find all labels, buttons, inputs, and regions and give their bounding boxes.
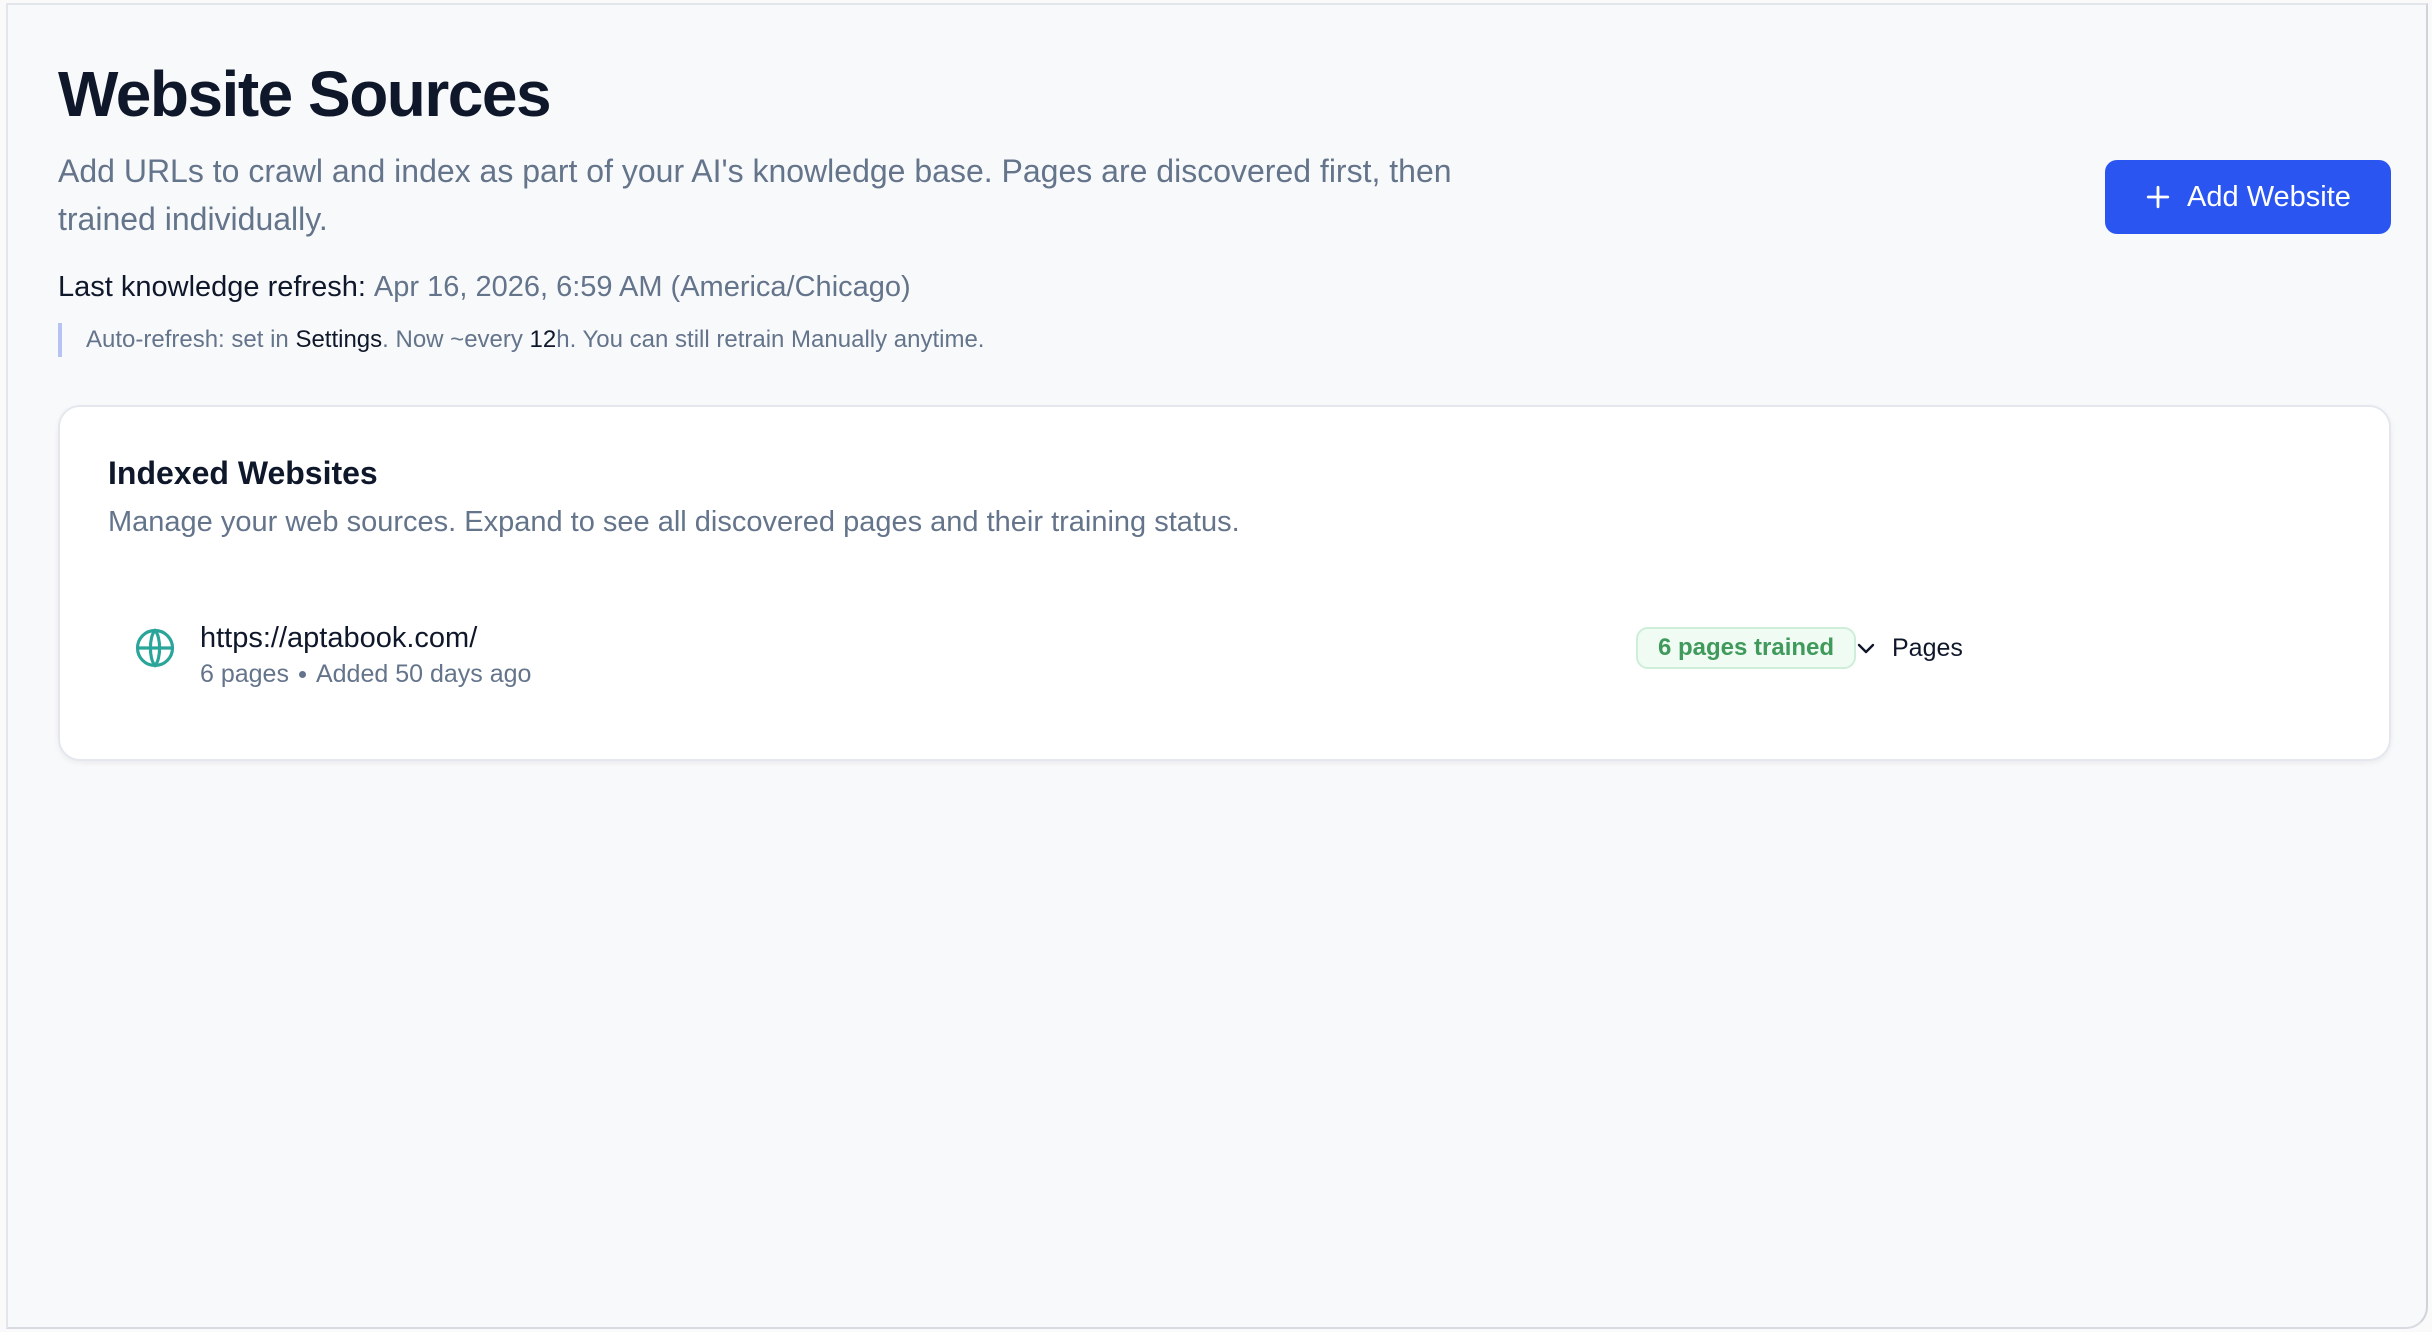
refresh-interval: 12 [529, 326, 557, 353]
last-refresh-value: Apr 16, 2026, 6:59 AM (America/Chicago) [373, 271, 911, 303]
settings-link[interactable]: Settings [295, 326, 382, 353]
pages-expand-toggle[interactable]: Pages [1854, 625, 1963, 671]
card-title: Indexed Websites [108, 455, 378, 491]
indexed-websites-card: Indexed Websites Manage your web sources… [58, 405, 2391, 761]
website-added-date: Added 50 days ago [315, 660, 532, 688]
page-subtitle: Add URLs to crawl and index as part of y… [58, 153, 1452, 237]
pages-toggle-label: Pages [1892, 633, 1963, 662]
page-title: Website Sources [58, 58, 552, 130]
globe-icon [135, 628, 175, 668]
auto-refresh-note: Auto-refresh: set in Settings. Now ~ever… [58, 323, 1498, 357]
add-website-button[interactable]: Add Website [2105, 160, 2391, 234]
last-refresh: Last knowledge refresh: Apr 16, 2026, 6:5… [58, 267, 1498, 307]
separator-dot [298, 670, 306, 678]
plus-icon [2146, 185, 2170, 209]
website-url[interactable]: https://aptabook.com/ [200, 619, 477, 657]
last-refresh-label: Last knowledge refresh: [58, 271, 366, 303]
page: Website Sources Add URLs to crawl and in… [6, 3, 2428, 1329]
page-header: Website Sources Add URLs to crawl and in… [58, 55, 1498, 357]
chevron-down-icon [1857, 643, 1875, 654]
auto-refresh-suffix: h. You can still retrain Manually anytim… [556, 326, 985, 353]
website-meta: 6 pages Added 50 days ago [200, 657, 531, 691]
card-subtitle: Manage your web sources. Expand to see a… [108, 506, 1240, 538]
website-row: https://aptabook.com/ 6 pages Added 50 d… [108, 607, 2344, 717]
status-badge: 6 pages trained [1636, 627, 1857, 669]
add-website-label: Add Website [2187, 180, 2351, 213]
auto-refresh-middle: . Now ~every [382, 326, 530, 353]
website-pages-count: 6 pages [200, 660, 289, 688]
auto-refresh-prefix: Auto-refresh: set in [86, 326, 296, 353]
